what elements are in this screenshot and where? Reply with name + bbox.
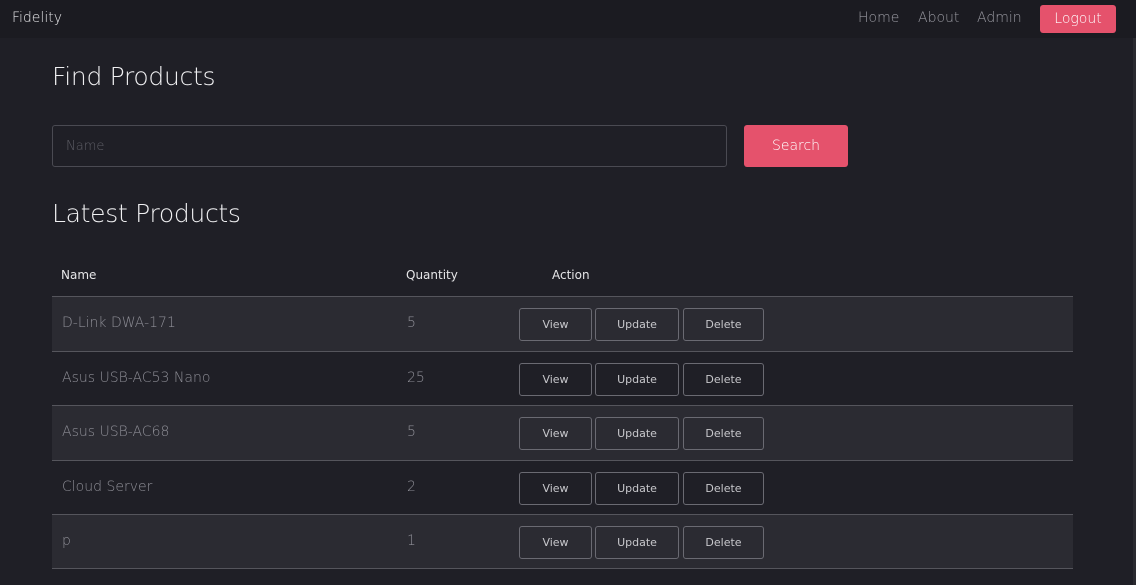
delete-button[interactable]: Delete (683, 308, 764, 341)
product-quantity: 25 (407, 369, 425, 386)
product-quantity: 1 (407, 533, 416, 550)
update-button[interactable]: Update (595, 308, 679, 341)
view-button[interactable]: View (519, 362, 592, 396)
view-button[interactable]: View (519, 417, 592, 451)
search-button[interactable]: Search (744, 125, 848, 167)
product-name: Asus USB-AC68 (62, 424, 170, 441)
products-table: D-Link DWA-171 5 View Update Delete Asus… (52, 296, 1073, 569)
view-button[interactable]: View (519, 308, 592, 341)
table-row: Asus USB-AC53 Nano 25 View Update Delete (52, 350, 1073, 406)
find-products-heading: Find Products (52, 62, 216, 91)
product-quantity: 5 (407, 315, 416, 331)
nav-link-about[interactable]: About (918, 10, 959, 26)
latest-products-heading: Latest Products (52, 199, 241, 228)
column-header-name: Name (61, 268, 97, 282)
brand-logo[interactable]: Fidelity (12, 10, 62, 26)
search-input[interactable] (52, 125, 727, 167)
update-button[interactable]: Update (595, 417, 679, 451)
product-quantity: 2 (407, 478, 416, 495)
product-name: p (62, 533, 71, 550)
delete-button[interactable]: Delete (683, 471, 764, 505)
delete-button[interactable]: Delete (683, 526, 764, 560)
column-header-action: Action (552, 268, 590, 282)
update-button[interactable]: Update (595, 526, 679, 560)
delete-button[interactable]: Delete (683, 362, 764, 396)
nav-link-admin[interactable]: Admin (977, 10, 1022, 26)
product-name: Asus USB-AC53 Nano (62, 369, 211, 386)
table-row: D-Link DWA-171 5 View Update Delete (52, 296, 1073, 351)
delete-button[interactable]: Delete (683, 417, 764, 451)
nav-link-home[interactable]: Home (858, 10, 899, 26)
navbar: Fidelity Home About Admin Logout (0, 0, 1136, 38)
view-button[interactable]: View (519, 471, 592, 505)
table-row: Asus USB-AC68 5 View Update Delete (52, 405, 1073, 460)
logout-button[interactable]: Logout (1040, 5, 1116, 33)
table-row: p 1 View Update Delete (52, 514, 1073, 569)
product-name: Cloud Server (62, 478, 153, 495)
table-row: Cloud Server 2 View Update Delete (52, 459, 1073, 515)
view-button[interactable]: View (519, 526, 592, 560)
product-name: D-Link DWA-171 (62, 315, 176, 331)
update-button[interactable]: Update (595, 471, 679, 505)
product-quantity: 5 (407, 424, 416, 441)
column-header-quantity: Quantity (406, 268, 458, 282)
update-button[interactable]: Update (595, 362, 679, 396)
